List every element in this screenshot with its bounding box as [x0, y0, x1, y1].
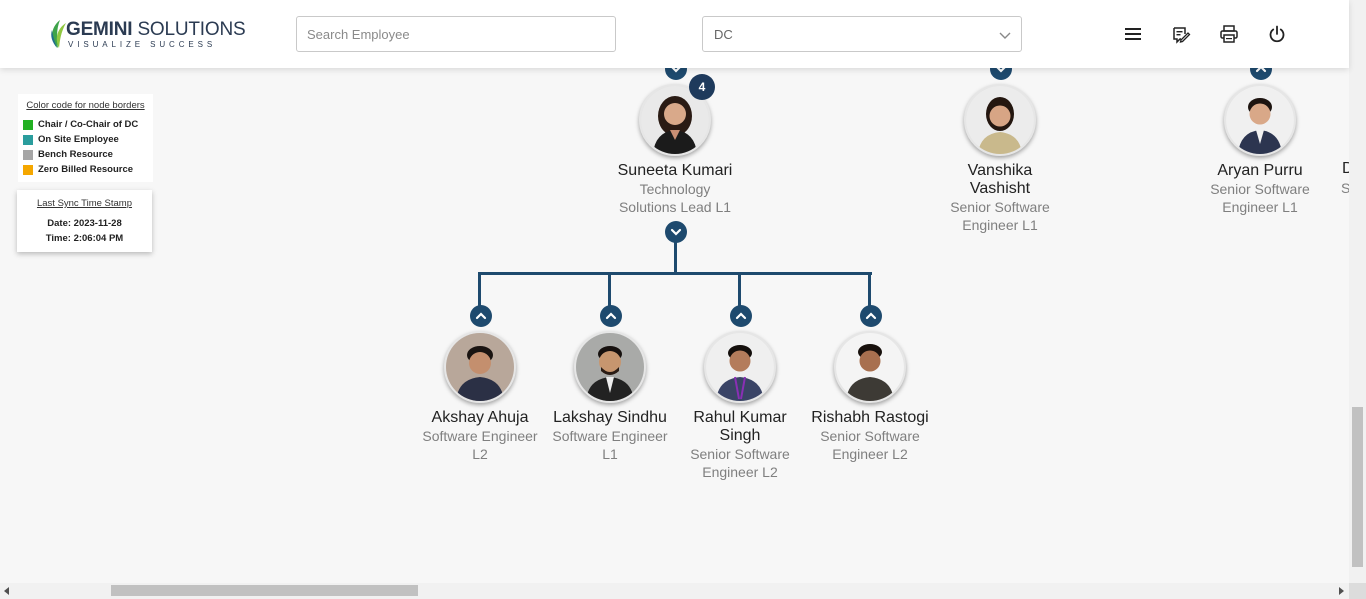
sync-date: Date: 2023-11-28 [47, 218, 122, 229]
employee-role: L2 [472, 446, 488, 462]
org-node-suneeta-kumari[interactable]: Suneeta Kumari Technology Solutions Lead… [613, 84, 737, 216]
logout-button[interactable] [1267, 24, 1287, 44]
logo-wordmark: GEMINI SOLUTIONS [66, 19, 246, 40]
org-node-vanshika-vashisht[interactable]: Vanshika Vashisht Senior Software Engine… [938, 84, 1062, 234]
legend-item: Bench Resource [23, 147, 148, 162]
dc-select[interactable]: DC [702, 16, 1022, 52]
connector-line [478, 272, 872, 275]
menu-button[interactable] [1123, 24, 1143, 44]
chevron-down-icon [670, 228, 682, 236]
avatar [1224, 84, 1296, 156]
chevron-up-icon [735, 312, 747, 320]
avatar [964, 84, 1036, 156]
legend-label: Bench Resource [38, 149, 113, 160]
employee-role: Engineer L1 [962, 217, 1038, 233]
scrollbar-corner [1349, 583, 1366, 599]
feedback-button[interactable] [1171, 24, 1191, 44]
employee-name: Rishabh Rastogi [811, 409, 929, 426]
employee-role: Solutions Lead L1 [618, 199, 732, 215]
scroll-right-icon[interactable] [1337, 587, 1345, 595]
connector-line [478, 272, 481, 306]
employee-role: Engineer L2 [702, 464, 778, 480]
employee-role: Software Engineer [422, 428, 538, 444]
print-button[interactable] [1219, 24, 1239, 44]
avatar [704, 331, 776, 403]
legend-swatch-gray [23, 149, 33, 160]
legend-label: Zero Billed Resource [38, 164, 134, 175]
node-border-legend: Color code for node borders Chair / Co-C… [18, 94, 153, 182]
org-node-lakshay-sindhu[interactable]: Lakshay Sindhu Software Engineer L1 [548, 331, 672, 463]
chevron-up-icon [475, 312, 487, 320]
legend-item: On Site Employee [23, 132, 148, 147]
expand-toggle[interactable] [730, 305, 752, 327]
avatar [834, 331, 906, 403]
legend-label: On Site Employee [38, 134, 119, 145]
employee-role: Senior Software [820, 428, 920, 444]
top-header: GEMINI SOLUTIONS VISUALIZE SUCCESS DC [0, 0, 1349, 68]
power-icon [1269, 25, 1285, 43]
employee-name: Rahul Kumar [693, 409, 787, 426]
employee-role: Engineer L2 [832, 446, 908, 462]
legend-item: Zero Billed Resource [23, 162, 148, 177]
sync-title: Last Sync Time Stamp [36, 198, 133, 209]
horizontal-scroll-thumb[interactable] [111, 585, 418, 596]
employee-role: Senior Software [950, 199, 1050, 215]
chevron-up-icon [865, 312, 877, 320]
search-employee-input[interactable] [296, 16, 616, 52]
legend-swatch-teal [23, 134, 33, 145]
collapse-children-toggle[interactable] [665, 221, 687, 243]
employee-name: Akshay Ahuja [431, 409, 529, 426]
sync-time: Time: 2:06:04 PM [45, 233, 124, 244]
connector-line [738, 272, 741, 306]
chevron-up-icon [605, 312, 617, 320]
avatar [574, 331, 646, 403]
vertical-scroll-thumb[interactable] [1352, 407, 1363, 567]
org-node-rishabh-rastogi[interactable]: Rishabh Rastogi Senior Software Engineer… [808, 331, 932, 463]
legend-swatch-orange [23, 164, 33, 175]
employee-role: Senior Software [690, 446, 790, 462]
employee-role: Engineer L1 [1222, 199, 1298, 215]
employee-name: Vashisht [969, 180, 1031, 197]
legend-label: Chair / Co-Chair of DC [38, 119, 139, 130]
org-node-rahul-kumar-singh[interactable]: Rahul Kumar Singh Senior Software Engine… [678, 331, 802, 481]
gemini-logo[interactable]: GEMINI SOLUTIONS VISUALIZE SUCCESS [48, 18, 246, 52]
org-node-aryan-purru[interactable]: Aryan Purru Senior Software Engineer L1 [1198, 84, 1322, 216]
legend-item: Chair / Co-Chair of DC [23, 117, 148, 132]
expand-toggle[interactable] [600, 305, 622, 327]
reports-count-badge: 4 [689, 74, 715, 100]
employee-name: Aryan Purru [1217, 162, 1303, 179]
org-node-akshay-ahuja[interactable]: Akshay Ahuja Software Engineer L2 [418, 331, 542, 463]
employee-name: Vanshika [967, 162, 1033, 179]
expand-toggle[interactable] [470, 305, 492, 327]
legend-title: Color code for node borders [26, 100, 145, 111]
employee-role: Technology [639, 181, 711, 197]
scroll-left-icon[interactable] [3, 587, 11, 595]
employee-name: Singh [719, 427, 761, 444]
menu-icon [1125, 28, 1141, 40]
connector-line [674, 242, 677, 273]
employee-role: L1 [602, 446, 618, 462]
employee-name: Suneeta Kumari [617, 162, 733, 179]
expand-toggle[interactable] [860, 305, 882, 327]
edit-icon [1173, 27, 1191, 44]
connector-line [608, 272, 611, 306]
print-icon [1220, 25, 1238, 43]
employee-role: Senior Software [1210, 181, 1310, 197]
avatar [444, 331, 516, 403]
chevron-down-icon [999, 32, 1011, 39]
logo-tagline: VISUALIZE SUCCESS [68, 40, 217, 49]
employee-role: Software Engineer [552, 428, 668, 444]
last-sync-card: Last Sync Time Stamp Date: 2023-11-28 Ti… [17, 190, 152, 252]
dc-select-value: DC [714, 27, 733, 42]
legend-swatch-green [23, 119, 33, 130]
connector-line [868, 272, 871, 306]
employee-name: Lakshay Sindhu [553, 409, 667, 426]
